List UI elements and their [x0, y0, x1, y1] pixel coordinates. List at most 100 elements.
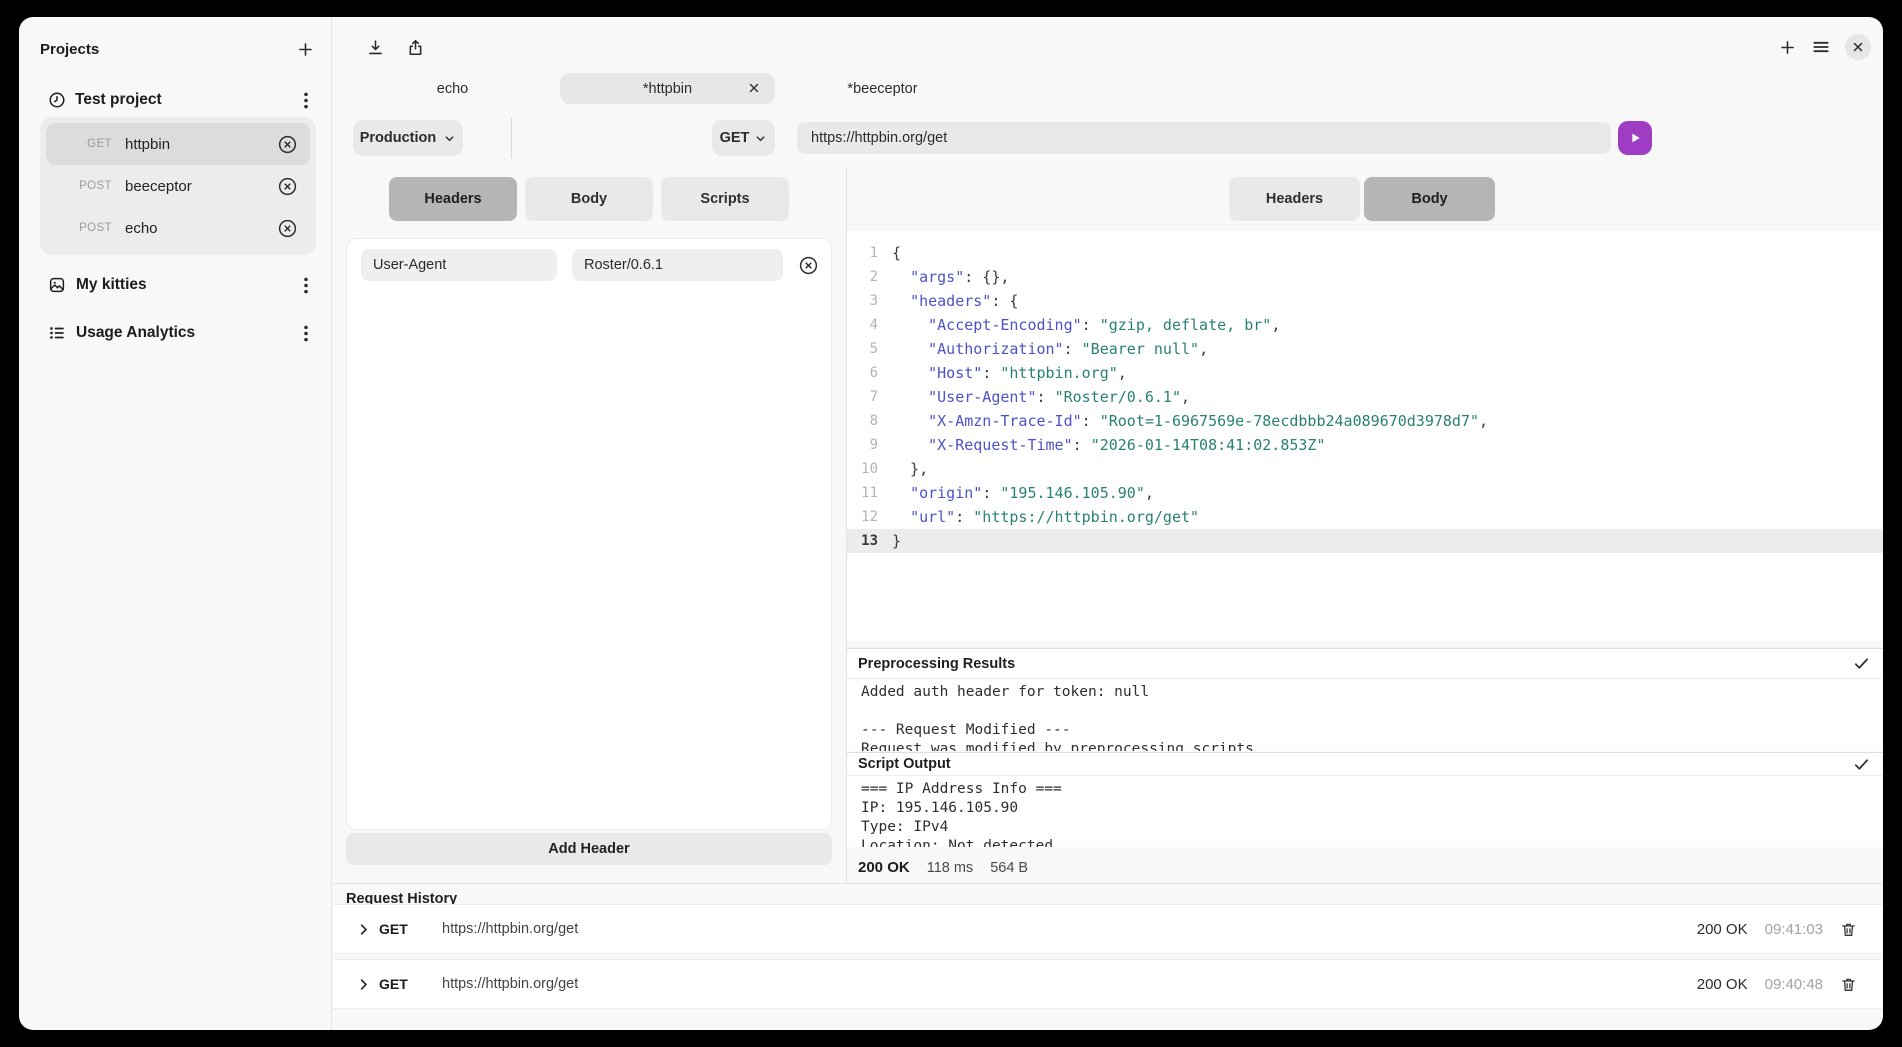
method-label: GET — [720, 130, 750, 146]
my-kitties-menu-icon[interactable] — [297, 277, 315, 294]
sidebar-request-httpbin[interactable]: GEThttpbin — [46, 123, 310, 165]
code-token: : — [982, 484, 1000, 502]
tab-label: *httpbin — [643, 81, 692, 97]
toolbar — [366, 38, 425, 57]
remove-request-icon[interactable] — [277, 218, 298, 239]
share-icon[interactable] — [406, 38, 425, 57]
status-time: 118 ms — [927, 860, 973, 876]
tab-body[interactable]: Body — [1364, 177, 1495, 221]
delete-history-icon[interactable] — [1840, 921, 1857, 938]
code-line: 4 "Accept-Encoding": "gzip, deflate, br"… — [847, 313, 1883, 337]
script-output-title: Script Output — [858, 756, 951, 772]
send-button[interactable] — [1618, 121, 1652, 155]
sidebar-item-my-kitties[interactable]: My kitties — [19, 273, 331, 297]
tab-scripts[interactable]: Scripts — [661, 177, 789, 221]
sidebar-request-beeceptor[interactable]: POSTbeeceptor — [46, 165, 310, 207]
line-number: 13 — [847, 529, 892, 553]
history-method: GET — [379, 921, 442, 937]
add-header-button[interactable]: Add Header — [346, 833, 832, 865]
line-number: 11 — [847, 481, 892, 505]
code-line: 3 "headers": { — [847, 289, 1883, 313]
tab-headers[interactable]: Headers — [1229, 177, 1360, 221]
code-text: "X-Request-Time": "2026-01-14T08:41:02.8… — [892, 433, 1326, 457]
code-token: "gzip, deflate, br" — [1100, 316, 1272, 334]
code-token: "https://httpbin.org/get" — [973, 508, 1199, 526]
tab-body[interactable]: Body — [525, 177, 653, 221]
code-line: 1{ — [847, 241, 1883, 265]
code-text: "User-Agent": "Roster/0.6.1", — [892, 385, 1190, 409]
remove-header-icon[interactable] — [798, 255, 819, 276]
close-tab-icon[interactable] — [748, 82, 760, 94]
request-history: Request History GEThttps://httpbin.org/g… — [333, 883, 1883, 1030]
sidebar-request-echo[interactable]: POSTecho — [46, 207, 310, 249]
chevron-right-icon[interactable] — [356, 922, 371, 937]
project-group-header[interactable]: Test project — [19, 88, 331, 112]
history-rows: GEThttps://httpbin.org/get200 OK09:41:03… — [333, 904, 1883, 1014]
header-key-input[interactable] — [361, 249, 557, 281]
sidebar-item-usage-analytics[interactable]: Usage Analytics — [19, 321, 331, 345]
code-token: "Root=1-6967569e-78ecdbbb24a089670d3978d… — [1100, 412, 1479, 430]
request-bar-divider — [511, 117, 512, 159]
play-icon — [1627, 130, 1643, 146]
code-token: : — [1073, 436, 1091, 454]
history-row-meta: 200 OK09:40:48 — [1697, 976, 1857, 993]
response-panel-tabs: HeadersBody — [1229, 177, 1495, 221]
code-line: 10 }, — [847, 457, 1883, 481]
add-project-icon[interactable] — [296, 40, 315, 59]
download-icon[interactable] — [366, 38, 385, 57]
tab-echo[interactable]: echo — [345, 73, 560, 104]
project-menu-icon[interactable] — [297, 92, 315, 109]
line-number: 2 — [847, 265, 892, 289]
code-token: "Bearer null" — [1082, 340, 1199, 358]
project-items: GEThttpbinPOSTbeeceptorPOSTecho — [40, 117, 316, 255]
code-token: : — [1082, 412, 1100, 430]
tab-strip: echo *httpbin *beeceptor — [345, 73, 990, 104]
main-area: echo *httpbin *beeceptor Production GET — [333, 17, 1883, 1030]
code-token: "origin" — [910, 484, 982, 502]
code-token: "2026-01-14T08:41:02.853Z" — [1091, 436, 1326, 454]
code-text: "origin": "195.146.105.90", — [892, 481, 1154, 505]
tab-label: echo — [437, 81, 468, 97]
request-panel-tabs: HeadersBodyScripts — [389, 177, 789, 221]
output-line: Type: IPv4 — [861, 818, 1883, 837]
response-body-code[interactable]: 1{2 "args": {},3 "headers": {4 "Accept-E… — [847, 231, 1883, 641]
check-icon — [1853, 655, 1870, 672]
usage-analytics-menu-icon[interactable] — [297, 325, 315, 342]
response-status-bar: 200 OK 118 ms 564 B — [847, 848, 1883, 883]
chevron-right-icon[interactable] — [356, 977, 371, 992]
method-dropdown[interactable]: GET — [712, 120, 775, 156]
request-name: beeceptor — [125, 178, 277, 195]
code-token: : {}, — [964, 268, 1009, 286]
history-row[interactable]: GEThttps://httpbin.org/get200 OK09:41:03 — [333, 904, 1883, 954]
code-token — [892, 364, 928, 382]
environment-dropdown[interactable]: Production — [353, 120, 463, 156]
header-value-input[interactable] — [572, 249, 783, 281]
tab-httpbin[interactable]: *httpbin — [560, 73, 775, 104]
preprocessing-title: Preprocessing Results — [858, 656, 1015, 672]
delete-history-icon[interactable] — [1840, 976, 1857, 993]
code-token: : — [1082, 316, 1100, 334]
tab-beeceptor[interactable]: *beeceptor — [775, 73, 990, 104]
code-text: "X-Amzn-Trace-Id": "Root=1-6967569e-78ec… — [892, 409, 1488, 433]
close-window-icon[interactable] — [1845, 34, 1871, 60]
history-status: 200 OK — [1697, 921, 1748, 938]
tab-headers[interactable]: Headers — [389, 177, 517, 221]
url-input[interactable] — [797, 122, 1611, 154]
code-token — [892, 340, 928, 358]
output-line: Added auth header for token: null — [861, 683, 1883, 702]
window-controls — [1778, 34, 1871, 60]
remove-request-icon[interactable] — [277, 134, 298, 155]
sidebar: Projects Test project GEThttpbinPOSTbeec… — [19, 17, 332, 1030]
history-url: https://httpbin.org/get — [442, 921, 578, 937]
sidebar-header: Projects — [19, 37, 331, 61]
new-tab-icon[interactable] — [1778, 38, 1797, 57]
line-number: 9 — [847, 433, 892, 457]
history-row[interactable]: GEThttps://httpbin.org/get200 OK09:40:48 — [333, 959, 1883, 1009]
code-line: 8 "X-Amzn-Trace-Id": "Root=1-6967569e-78… — [847, 409, 1883, 433]
code-text: "headers": { — [892, 289, 1018, 313]
line-number: 12 — [847, 505, 892, 529]
code-token — [892, 388, 928, 406]
request-method-label: POST — [60, 222, 112, 234]
remove-request-icon[interactable] — [277, 176, 298, 197]
menu-icon[interactable] — [1811, 37, 1831, 57]
